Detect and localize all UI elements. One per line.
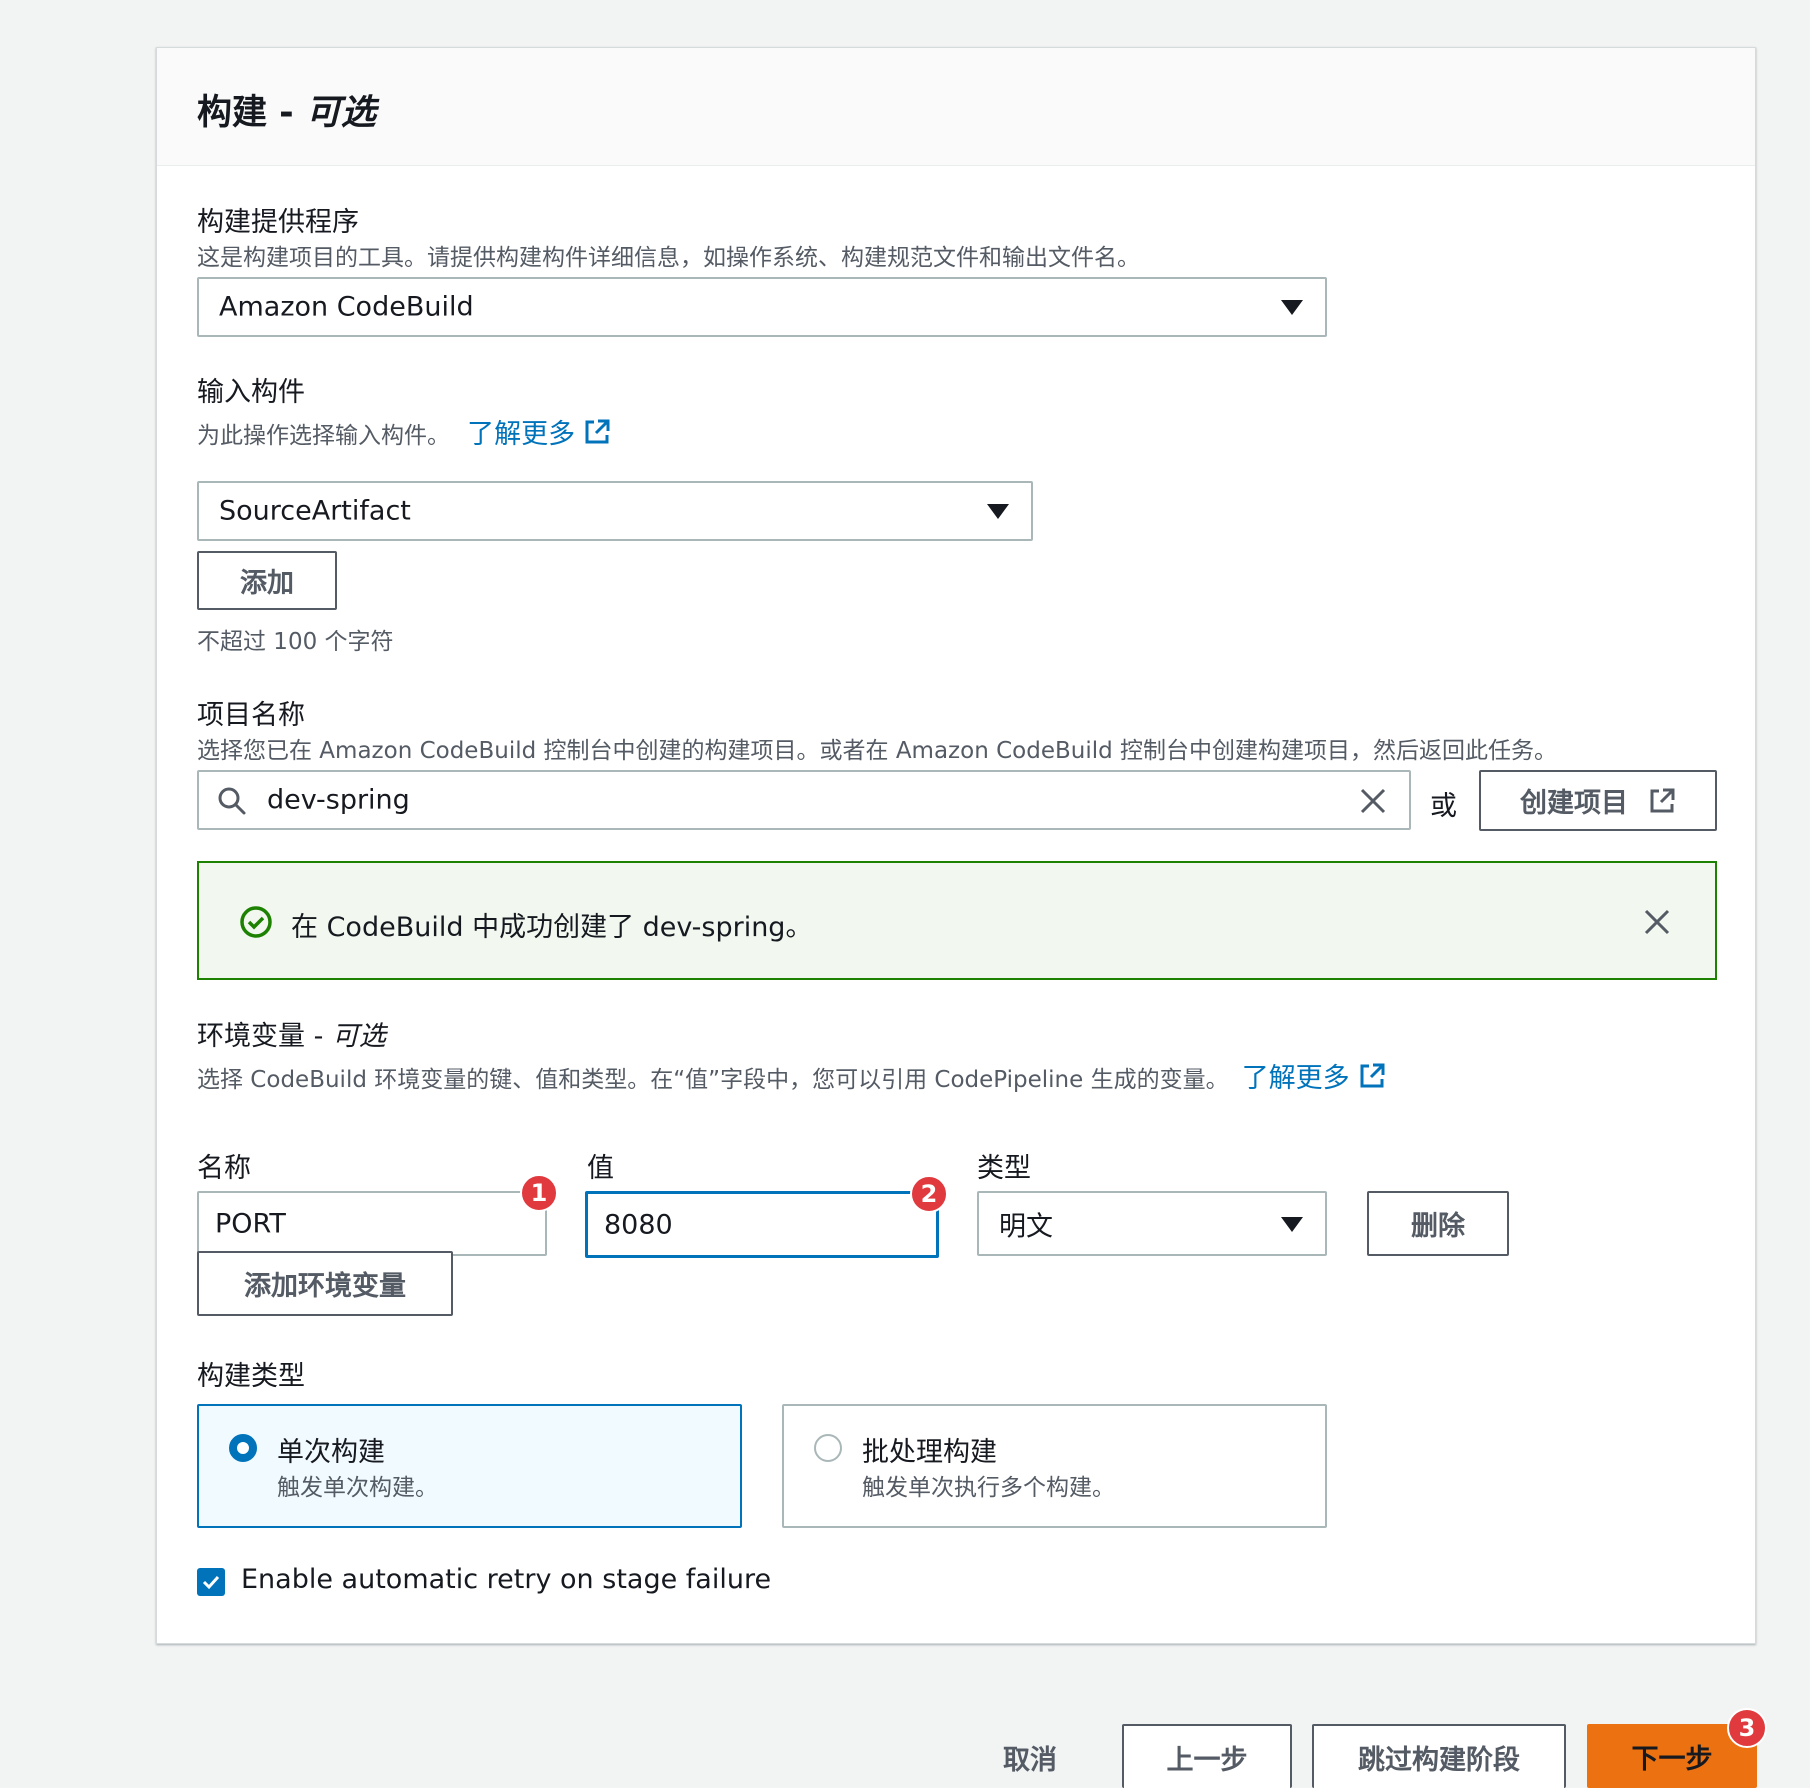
env-vars-label-main: 环境变量 - [197,1021,332,1052]
env-var-type-select[interactable]: 明文 [977,1191,1327,1256]
batch-build-description: 触发单次执行多个构建。 [862,1475,1115,1501]
success-check-icon [240,906,272,938]
external-link-icon [1360,1063,1385,1088]
caret-down-icon [1281,300,1303,315]
env-col-name-label: 名称 [197,1153,251,1184]
input-artifacts-constraint: 不超过 100 个字符 [197,629,394,655]
skip-build-stage-button[interactable]: 跳过构建阶段 [1312,1724,1566,1788]
env-vars-learn-more-link[interactable]: 了解更多 [1242,1063,1386,1094]
env-var-value-input[interactable]: 8080 [585,1191,939,1258]
project-name-label: 项目名称 [197,700,305,731]
env-vars-label-optional: 可选 [331,1021,386,1052]
env-col-value-label: 值 [587,1153,614,1184]
env-col-type-label: 类型 [977,1153,1031,1184]
build-provider-label: 构建提供程序 [197,207,359,238]
build-provider-select[interactable]: Amazon CodeBuild [197,277,1327,337]
env-var-value-value: 8080 [604,1209,673,1240]
env-var-name-value: PORT [215,1208,286,1239]
single-build-title: 单次构建 [277,1437,385,1468]
single-build-description: 触发单次构建。 [277,1475,438,1501]
retry-checkbox[interactable] [197,1568,225,1596]
build-provider-value: Amazon CodeBuild [219,291,474,323]
learn-more-text: 了解更多 [1241,1063,1350,1094]
env-vars-description-row: 选择 CodeBuild 环境变量的键、值和类型。在“值”字段中，您可以引用 C… [197,1056,1386,1095]
input-artifacts-description-row: 为此操作选择输入构件。 了解更多 [197,412,611,451]
env-var-name-input[interactable]: PORT [197,1191,547,1256]
batch-build-radio[interactable] [814,1434,842,1462]
annotation-badge-2: 2 [910,1175,948,1213]
create-project-button[interactable]: 创建项目 [1479,770,1717,831]
previous-button[interactable]: 上一步 [1122,1724,1292,1788]
success-alert-message: 在 CodeBuild 中成功创建了 dev-spring。 [291,912,813,943]
page-title: 构建 - 可选 [197,84,376,135]
build-provider-description: 这是构建项目的工具。请提供构建构件详细信息，如操作系统、构建规范文件和输出文件名… [197,245,1140,271]
project-search-value: dev-spring [267,784,410,816]
remove-env-var-button[interactable]: 删除 [1367,1191,1509,1256]
project-name-description: 选择您已在 Amazon CodeBuild 控制台中创建的构建项目。或者在 A… [197,738,1558,764]
caret-down-icon [1281,1216,1303,1232]
env-vars-description: 选择 CodeBuild 环境变量的键、值和类型。在“值”字段中，您可以引用 C… [197,1067,1229,1093]
build-type-option-batch[interactable]: 批处理构建 触发单次执行多个构建。 [782,1404,1327,1528]
create-project-label: 创建项目 [1520,788,1628,819]
build-stage-panel: 构建 - 可选 构建提供程序 这是构建项目的工具。请提供构建构件详细信息，如操作… [156,47,1756,1644]
panel-header: 构建 - 可选 [157,48,1755,166]
close-icon[interactable] [1643,908,1671,936]
input-artifacts-label: 输入构件 [197,377,305,408]
page-title-optional: 可选 [305,93,376,133]
external-link-icon [585,419,610,444]
external-link-icon [1650,788,1675,812]
add-env-var-button[interactable]: 添加环境变量 [197,1251,453,1316]
env-var-type-value: 明文 [999,1211,1053,1242]
input-artifact-select[interactable]: SourceArtifact [197,481,1033,541]
annotation-badge-3: 3 [1727,1708,1767,1748]
build-type-label: 构建类型 [197,1361,305,1392]
input-artifact-value: SourceArtifact [219,495,411,527]
add-artifact-button[interactable]: 添加 [197,551,337,610]
checkmark-icon [202,1575,220,1590]
input-artifacts-learn-more-link[interactable]: 了解更多 [467,419,611,450]
env-vars-label: 环境变量 - 可选 [197,1014,386,1053]
retry-label: Enable automatic retry on stage failure [241,1564,772,1595]
caret-down-icon [987,504,1009,519]
search-icon [218,787,246,815]
project-search-input[interactable]: dev-spring [197,770,1411,830]
input-artifacts-description: 为此操作选择输入构件。 [197,423,450,449]
clear-icon[interactable] [1359,787,1387,815]
or-text: 或 [1430,791,1457,822]
single-build-radio[interactable] [229,1434,257,1462]
learn-more-text: 了解更多 [467,419,576,450]
annotation-badge-1: 1 [520,1174,558,1212]
build-type-option-single[interactable]: 单次构建 触发单次构建。 [197,1404,742,1528]
batch-build-title: 批处理构建 [862,1437,997,1468]
success-alert: 在 CodeBuild 中成功创建了 dev-spring。 [197,861,1717,980]
page-title-main: 构建 - [197,93,306,133]
cancel-button[interactable]: 取消 [990,1726,1070,1788]
